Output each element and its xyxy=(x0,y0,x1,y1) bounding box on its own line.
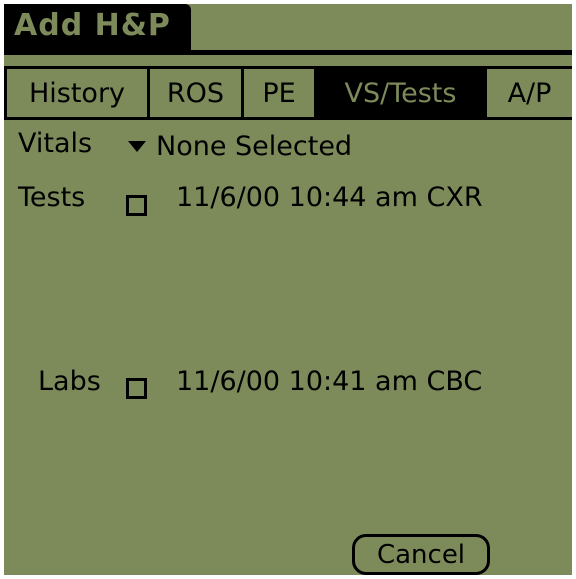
test-checkbox[interactable] xyxy=(126,195,147,216)
tab-ros[interactable]: ROS xyxy=(150,69,244,117)
tests-row: Tests 11/6/00 10:44 am CXR xyxy=(4,182,572,222)
tab-pe[interactable]: PE xyxy=(244,69,317,117)
lab-checkbox[interactable] xyxy=(126,378,147,399)
dropdown-triangle-icon xyxy=(128,140,146,152)
tab-history[interactable]: History xyxy=(4,69,150,117)
cancel-button[interactable]: Cancel xyxy=(352,534,490,575)
title-tab: Add H&P xyxy=(4,4,191,53)
vitals-row: Vitals None Selected xyxy=(4,128,572,164)
palm-screen: Add H&P History ROS PE VS/Tests A/P Vita… xyxy=(4,4,572,575)
app-title: Add H&P xyxy=(14,8,171,43)
labs-row: Labs 11/6/00 10:41 am CBC xyxy=(4,366,572,406)
labs-label: Labs xyxy=(38,366,101,397)
tab-bar: History ROS PE VS/Tests A/P xyxy=(4,66,572,120)
vitals-label: Vitals xyxy=(18,128,93,159)
tab-vs-tests[interactable]: VS/Tests xyxy=(317,69,487,117)
test-item[interactable]: 11/6/00 10:44 am CXR xyxy=(176,182,483,213)
vitals-value: None Selected xyxy=(156,130,353,162)
title-bar: Add H&P xyxy=(4,4,572,57)
vitals-popup-trigger[interactable]: None Selected xyxy=(128,128,352,164)
tab-ap[interactable]: A/P xyxy=(487,69,572,117)
lab-item[interactable]: 11/6/00 10:41 am CBC xyxy=(176,366,482,397)
tests-label: Tests xyxy=(18,182,86,213)
title-underline xyxy=(4,50,572,55)
